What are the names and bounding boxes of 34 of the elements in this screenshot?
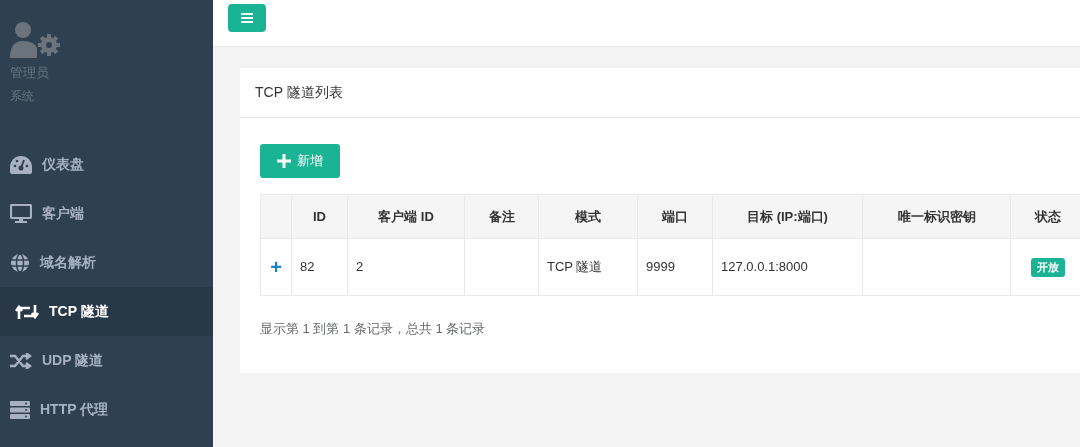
column-header: 状态 [1010, 194, 1080, 239]
column-header: 目标 (IP:端口) [712, 194, 863, 239]
table-cell: 127.0.0.1:8000 [712, 238, 863, 296]
table-cell: TCP 隧道 [538, 238, 638, 296]
dashboard-icon [10, 155, 32, 174]
record-count: 显示第 1 到第 1 条记录，总共 1 条记录 [260, 321, 486, 336]
monitor-icon [10, 203, 32, 224]
retweet-icon [15, 303, 39, 320]
user-settings-icon [10, 22, 63, 58]
expand-button[interactable]: + [270, 256, 282, 278]
column-header: 客户端 ID [347, 194, 465, 239]
nav-item[interactable]: 仪表盘 [0, 140, 213, 189]
globe-icon [10, 252, 30, 273]
menu-button[interactable] [228, 4, 266, 32]
shuffle-icon [10, 352, 32, 369]
nav-item[interactable]: UDP 隧道 [0, 336, 213, 385]
table-cell: 82 [291, 238, 348, 296]
table-cell: 2 [347, 238, 465, 296]
table-cell: 9999 [637, 238, 713, 296]
nav-item[interactable]: TCP 隧道 [0, 287, 213, 336]
server-icon [10, 400, 30, 419]
status-badge: 开放 [1031, 258, 1065, 277]
nav-item[interactable]: HTTP 代理 [0, 385, 213, 434]
column-header: 模式 [538, 194, 638, 239]
panel-title: TCP 隧道列表 [255, 83, 343, 102]
column-header: ID [291, 194, 348, 239]
nav-item[interactable]: 域名解析 [0, 238, 213, 287]
nav-item[interactable]: 客户端 [0, 189, 213, 238]
column-header: 唯一标识密钥 [862, 194, 1011, 239]
plus-icon [277, 154, 291, 168]
column-header: 备注 [464, 194, 539, 239]
menu-icon [241, 13, 253, 23]
add-button[interactable]: 新增 [260, 144, 340, 178]
column-header: 端口 [637, 194, 713, 239]
